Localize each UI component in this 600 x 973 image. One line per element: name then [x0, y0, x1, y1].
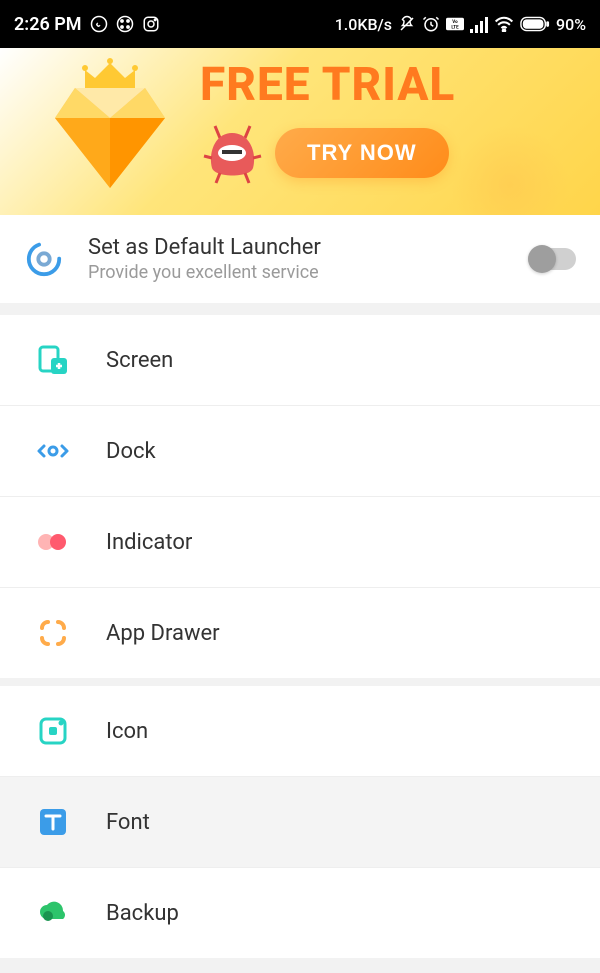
- default-launcher-title: Set as Default Launcher: [88, 235, 504, 260]
- indicator-icon: [36, 525, 70, 559]
- item-label: Backup: [106, 901, 179, 926]
- item-label: Font: [106, 810, 150, 835]
- settings-item-screen[interactable]: Screen: [0, 315, 600, 406]
- settings-item-dock[interactable]: Dock: [0, 406, 600, 497]
- data-speed: 1.0KB/s: [335, 15, 392, 34]
- settings-item-font[interactable]: Font: [0, 777, 600, 868]
- item-label: Screen: [106, 348, 173, 373]
- settings-group-2: Icon Font Backup: [0, 686, 600, 958]
- settings-item-indicator[interactable]: Indicator: [0, 497, 600, 588]
- signal-icon: [470, 15, 488, 33]
- default-launcher-subtitle: Provide you excellent service: [88, 262, 504, 283]
- battery-icon: [520, 16, 550, 32]
- battery-percent: 90%: [556, 15, 586, 34]
- default-launcher-row[interactable]: Set as Default Launcher Provide you exce…: [0, 215, 600, 307]
- clock: 2:26 PM: [14, 14, 82, 35]
- item-label: Dock: [106, 439, 156, 464]
- icon-icon: [36, 714, 70, 748]
- item-label: Icon: [106, 719, 148, 744]
- default-launcher-toggle[interactable]: [528, 248, 576, 270]
- app-icon: [116, 15, 134, 33]
- settings-group-1: Screen Dock Indicator App Drawer: [0, 315, 600, 678]
- try-now-button[interactable]: TRY NOW: [275, 128, 449, 178]
- wifi-icon: [494, 16, 514, 32]
- volte-icon: VoLTE: [446, 17, 464, 31]
- alarm-icon: [422, 15, 440, 33]
- instagram-icon: [142, 15, 160, 33]
- promo-banner[interactable]: FREE TRIAL TRY NOW: [0, 48, 600, 215]
- status-bar: 2:26 PM 1.0KB/s VoLTE 90%: [0, 0, 600, 48]
- item-label: Indicator: [106, 530, 192, 555]
- font-icon: [36, 805, 70, 839]
- diamond-icon: [55, 88, 165, 188]
- backup-icon: [36, 896, 70, 930]
- settings-item-icon[interactable]: Icon: [0, 686, 600, 777]
- mute-icon: [398, 15, 416, 33]
- item-label: App Drawer: [106, 621, 220, 646]
- svg-text:LTE: LTE: [451, 25, 459, 31]
- whatsapp-icon: [90, 15, 108, 33]
- settings-item-backup[interactable]: Backup: [0, 868, 600, 958]
- settings-item-app-drawer[interactable]: App Drawer: [0, 588, 600, 678]
- screen-icon: [36, 343, 70, 377]
- dock-icon: [36, 434, 70, 468]
- mascot-icon: [200, 118, 265, 188]
- app-drawer-icon: [36, 616, 70, 650]
- gear-icon: [24, 239, 64, 279]
- banner-title: FREE TRIAL: [200, 62, 580, 108]
- svg-text:Vo: Vo: [452, 19, 458, 25]
